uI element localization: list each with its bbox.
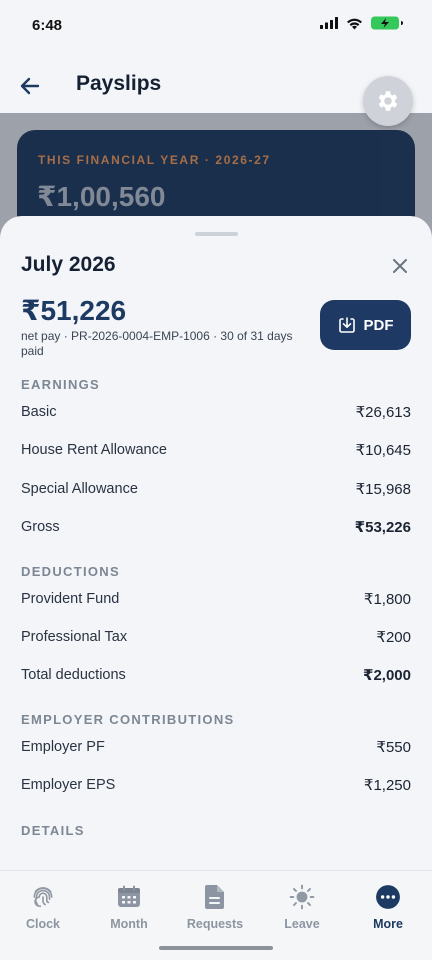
bottom-nav: Clock Month Requests Leave More: [0, 870, 432, 960]
nav-month[interactable]: Month: [89, 883, 169, 931]
sheet-title: July 2026: [21, 253, 116, 276]
signal-icon: [320, 17, 338, 29]
row-value: ₹1,800: [363, 591, 411, 608]
nav-label: Leave: [284, 917, 320, 931]
pdf-button-label: PDF: [363, 316, 394, 334]
employer-row: Employer EPS ₹1,250: [21, 776, 411, 794]
deductions-heading: DEDUCTIONS: [21, 564, 120, 579]
sheet-handle[interactable]: [195, 232, 238, 236]
row-label: Basic: [21, 404, 57, 420]
close-button[interactable]: [386, 252, 414, 280]
earnings-heading: EARNINGS: [21, 377, 101, 392]
financial-year-label: THIS FINANCIAL YEAR · 2026-27: [38, 153, 271, 167]
sun-icon: [289, 884, 315, 910]
payslip-sheet: July 2026 ₹51,226 net pay · PR-2026-0004…: [0, 216, 432, 960]
row-label: House Rent Allowance: [21, 442, 167, 458]
download-icon: [338, 317, 355, 333]
home-indicator: [159, 946, 273, 950]
row-value: ₹550: [376, 739, 411, 756]
employer-contributions-heading: EMPLOYER CONTRIBUTIONS: [21, 712, 235, 727]
earnings-row: House Rent Allowance ₹10,645: [21, 441, 411, 459]
row-label: Professional Tax: [21, 629, 128, 645]
row-value: ₹26,613: [355, 404, 411, 421]
row-label: Special Allowance: [21, 481, 138, 497]
total-deductions-row: Total deductions ₹2,000: [21, 666, 411, 684]
document-icon: [205, 885, 224, 909]
settings-button[interactable]: [363, 76, 413, 126]
financial-year-amount: ₹1,00,560: [37, 181, 166, 212]
calendar-icon: [118, 885, 140, 907]
row-label: Gross: [21, 519, 60, 535]
details-heading: DETAILS: [21, 823, 85, 838]
status-bar: 6:48: [0, 0, 432, 54]
gear-icon: [378, 91, 398, 111]
status-icons: [320, 16, 404, 30]
back-button[interactable]: [16, 72, 44, 100]
nav-leave[interactable]: Leave: [262, 883, 342, 931]
row-label: Employer PF: [21, 739, 105, 755]
row-label: Employer EPS: [21, 777, 116, 793]
nav-label: Month: [110, 917, 148, 931]
gross-row: Gross ₹53,226: [21, 518, 411, 536]
row-label: Provident Fund: [21, 591, 120, 607]
deductions-row: Provident Fund ₹1,800: [21, 590, 411, 608]
fingerprint-icon: [33, 887, 53, 908]
more-icon: [376, 885, 400, 909]
net-pay-amount: ₹51,226: [21, 295, 127, 326]
row-value: ₹15,968: [355, 481, 411, 498]
nav-more[interactable]: More: [348, 883, 428, 931]
row-value: ₹200: [376, 629, 411, 646]
battery-charging-icon: [371, 16, 403, 30]
wifi-icon: [347, 18, 362, 29]
earnings-row: Basic ₹26,613: [21, 403, 411, 421]
deductions-row: Professional Tax ₹200: [21, 628, 411, 646]
row-value: ₹1,250: [363, 777, 411, 794]
row-value: ₹2,000: [363, 667, 411, 684]
net-pay-subtitle: net pay · PR-2026-0004-EMP-1006 · 30 of …: [21, 329, 293, 358]
row-label: Total deductions: [21, 667, 126, 683]
earnings-row: Special Allowance ₹15,968: [21, 480, 411, 498]
status-time: 6:48: [32, 17, 63, 34]
row-value: ₹10,645: [355, 442, 411, 459]
nav-label: More: [373, 917, 403, 931]
arrow-left-icon: [20, 77, 40, 95]
nav-clock[interactable]: Clock: [3, 883, 83, 931]
nav-label: Clock: [25, 917, 61, 931]
row-value: ₹53,226: [354, 519, 411, 536]
close-icon: [393, 259, 407, 273]
nav-requests[interactable]: Requests: [175, 883, 255, 931]
employer-row: Employer PF ₹550: [21, 738, 411, 756]
nav-label: Requests: [186, 917, 244, 931]
download-pdf-button[interactable]: PDF: [320, 300, 411, 350]
page-title: Payslips: [76, 72, 162, 95]
